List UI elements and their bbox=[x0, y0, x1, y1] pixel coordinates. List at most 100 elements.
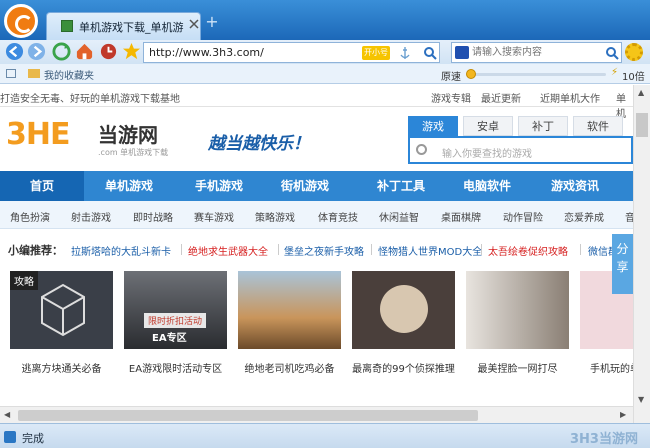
subnav-board[interactable]: 桌面棋牌 bbox=[441, 209, 481, 224]
history-icon[interactable] bbox=[99, 42, 118, 61]
status-bar: 完成 3H3当游网 bbox=[0, 423, 650, 448]
browser-logo-icon[interactable] bbox=[4, 4, 38, 38]
share-button[interactable]: 分享 bbox=[612, 234, 633, 294]
site-search-box[interactable]: 输入你要查找的游戏 bbox=[408, 136, 633, 164]
nav-news[interactable]: 游戏资讯 bbox=[532, 171, 618, 201]
subnav-strategy[interactable]: 策略游戏 bbox=[255, 209, 295, 224]
search-input[interactable] bbox=[472, 45, 602, 60]
favorites-folder[interactable]: 我的收藏夹 bbox=[44, 67, 94, 82]
site-search-placeholder[interactable]: 输入你要查找的游戏 bbox=[442, 145, 532, 160]
refresh-icon[interactable] bbox=[52, 42, 71, 61]
game-card[interactable]: 攻略 逃离方块通关必备 bbox=[10, 271, 113, 383]
search-engine-icon[interactable] bbox=[455, 46, 469, 59]
address-bar[interactable]: http://www.3h3.com/ 开小号 bbox=[143, 42, 440, 63]
close-tab-icon[interactable] bbox=[189, 19, 199, 29]
subnav-romance[interactable]: 恋爱养成 bbox=[564, 209, 604, 224]
game-thumbnail[interactable]: 攻略 bbox=[10, 271, 113, 349]
favorites-star-icon[interactable] bbox=[122, 42, 141, 61]
game-thumbnail[interactable] bbox=[466, 271, 569, 349]
scroll-left-icon[interactable]: ◀ bbox=[4, 410, 10, 419]
pick-link[interactable]: 怪物猎人世界MOD大全 bbox=[378, 243, 482, 258]
address-url[interactable]: http://www.3h3.com/ bbox=[149, 46, 264, 59]
subnav-puzzle[interactable]: 休闲益智 bbox=[379, 209, 419, 224]
tab-3h3[interactable]: 单机游戏下载_单机游 bbox=[46, 12, 201, 40]
address-search-icon[interactable] bbox=[423, 46, 437, 60]
detective-silhouette-icon bbox=[380, 285, 428, 333]
pick-link[interactable]: 拉斯塔哈的大乱斗新卡 bbox=[71, 243, 171, 258]
scroll-right-icon[interactable]: ▶ bbox=[620, 410, 626, 419]
toplink-albums[interactable]: 游戏专辑 bbox=[431, 90, 471, 105]
watermark: 3H3当游网 bbox=[570, 432, 638, 447]
nav-mobile-games[interactable]: 手机游戏 bbox=[176, 171, 262, 201]
speed-slider[interactable] bbox=[466, 69, 606, 79]
sidebar-toggle-icon[interactable] bbox=[6, 69, 16, 78]
main-nav: 首页 单机游戏 手机游戏 街机游戏 补丁工具 电脑软件 游戏资讯 bbox=[0, 171, 633, 201]
toplink-recent[interactable]: 最近更新 bbox=[481, 90, 521, 105]
address-badge[interactable]: 开小号 bbox=[362, 46, 390, 60]
subnav-rts[interactable]: 即时战略 bbox=[133, 209, 173, 224]
subnav-racing[interactable]: 赛车游戏 bbox=[194, 209, 234, 224]
horizontal-scroll-thumb[interactable] bbox=[18, 410, 478, 421]
pick-link[interactable]: 绝地求生武器大全 bbox=[188, 243, 268, 258]
nav-arcade-games[interactable]: 街机游戏 bbox=[262, 171, 348, 201]
game-card[interactable]: 最美捏脸一网打尽 bbox=[466, 271, 569, 383]
settings-gear-icon[interactable] bbox=[625, 43, 643, 61]
game-card[interactable]: 限时折扣活动 EA专区 EA游戏限时活动专区 bbox=[124, 271, 227, 383]
anchor-icon[interactable] bbox=[399, 46, 411, 60]
search-tab-games[interactable]: 游戏 bbox=[408, 116, 458, 136]
new-tab-icon[interactable]: + bbox=[205, 14, 219, 30]
subnav-rpg[interactable]: 角色扮演 bbox=[10, 209, 50, 224]
site-top-slogan: 打造安全无毒、好玩的单机游戏下载基地 bbox=[0, 94, 180, 105]
back-icon[interactable] bbox=[5, 42, 24, 61]
game-card[interactable]: 绝地老司机吃鸡必备 bbox=[238, 271, 341, 383]
nav-patch-tools[interactable]: 补丁工具 bbox=[358, 171, 444, 201]
toplink-big-games[interactable]: 近期单机大作 bbox=[540, 90, 600, 105]
pick-divider bbox=[481, 244, 482, 255]
subnav-shooter[interactable]: 射击游戏 bbox=[71, 209, 111, 224]
scroll-down-icon[interactable]: ▼ bbox=[638, 395, 644, 404]
vertical-scrollbar[interactable]: ▲ ▼ bbox=[633, 85, 650, 423]
nav-software[interactable]: 电脑软件 bbox=[444, 171, 530, 201]
vertical-scroll-thumb[interactable] bbox=[636, 113, 648, 137]
pick-link[interactable]: 堡垒之夜新手攻略 bbox=[284, 243, 364, 258]
game-caption[interactable]: 绝地老司机吃鸡必备 bbox=[238, 360, 341, 375]
cube-icon bbox=[41, 283, 85, 337]
horizontal-scrollbar[interactable]: ◀ ▶ bbox=[0, 406, 633, 423]
site-search-tabs: 游戏 安卓 补丁 软件 bbox=[408, 116, 633, 136]
search-tab-software[interactable]: 软件 bbox=[573, 116, 623, 136]
home-icon[interactable] bbox=[75, 42, 94, 61]
site-logo[interactable]: 3HE 当游网 .com 单机游戏下载 bbox=[6, 117, 186, 159]
sub-nav: 角色扮演 射击游戏 即时战略 赛车游戏 策略游戏 体育竞技 休闲益智 桌面棋牌 … bbox=[0, 201, 633, 229]
forward-icon[interactable] bbox=[27, 42, 46, 61]
search-box[interactable] bbox=[451, 42, 622, 63]
subnav-action[interactable]: 动作冒险 bbox=[503, 209, 543, 224]
search-tab-patch[interactable]: 补丁 bbox=[518, 116, 568, 136]
game-caption[interactable]: 最美捏脸一网打尽 bbox=[466, 360, 569, 375]
search-tab-android[interactable]: 安卓 bbox=[463, 116, 513, 136]
tab-title: 单机游戏下载_单机游 bbox=[79, 21, 184, 34]
game-caption[interactable]: 逃离方块通关必备 bbox=[10, 360, 113, 375]
bookmark-bar: 我的收藏夹 原速 ⚡ 10倍 bbox=[0, 64, 650, 84]
pick-link[interactable]: 太吾绘卷促织攻略 bbox=[488, 243, 568, 258]
game-thumbnail[interactable] bbox=[352, 271, 455, 349]
subnav-sports[interactable]: 体育竞技 bbox=[318, 209, 358, 224]
status-text: 完成 bbox=[22, 432, 44, 445]
browser-window: 单机游戏下载_单机游 + http://www.3h3.com/ 开小号 我的收… bbox=[0, 0, 650, 448]
speed-slider-knob[interactable] bbox=[466, 69, 476, 79]
nav-pc-games[interactable]: 单机游戏 bbox=[86, 171, 172, 201]
game-thumbnail[interactable] bbox=[238, 271, 341, 349]
site-logo-text: 当游网 bbox=[98, 123, 158, 147]
pick-divider bbox=[181, 244, 182, 255]
game-thumbnail[interactable]: 限时折扣活动 EA专区 bbox=[124, 271, 227, 349]
nav-home[interactable]: 首页 bbox=[0, 171, 84, 201]
game-caption[interactable]: 手机玩的单 bbox=[580, 360, 633, 375]
speed-label: 原速 bbox=[441, 72, 461, 83]
scroll-up-icon[interactable]: ▲ bbox=[638, 88, 644, 97]
pick-divider bbox=[278, 244, 279, 255]
game-caption[interactable]: 最离奇的99个侦探推理 bbox=[352, 360, 455, 375]
search-icon[interactable] bbox=[605, 46, 619, 60]
ea-zone-label: EA专区 bbox=[152, 333, 187, 344]
subnav-music[interactable]: 音 bbox=[625, 209, 633, 224]
game-caption[interactable]: EA游戏限时活动专区 bbox=[124, 360, 227, 375]
game-card[interactable]: 最离奇的99个侦探推理 bbox=[352, 271, 455, 383]
